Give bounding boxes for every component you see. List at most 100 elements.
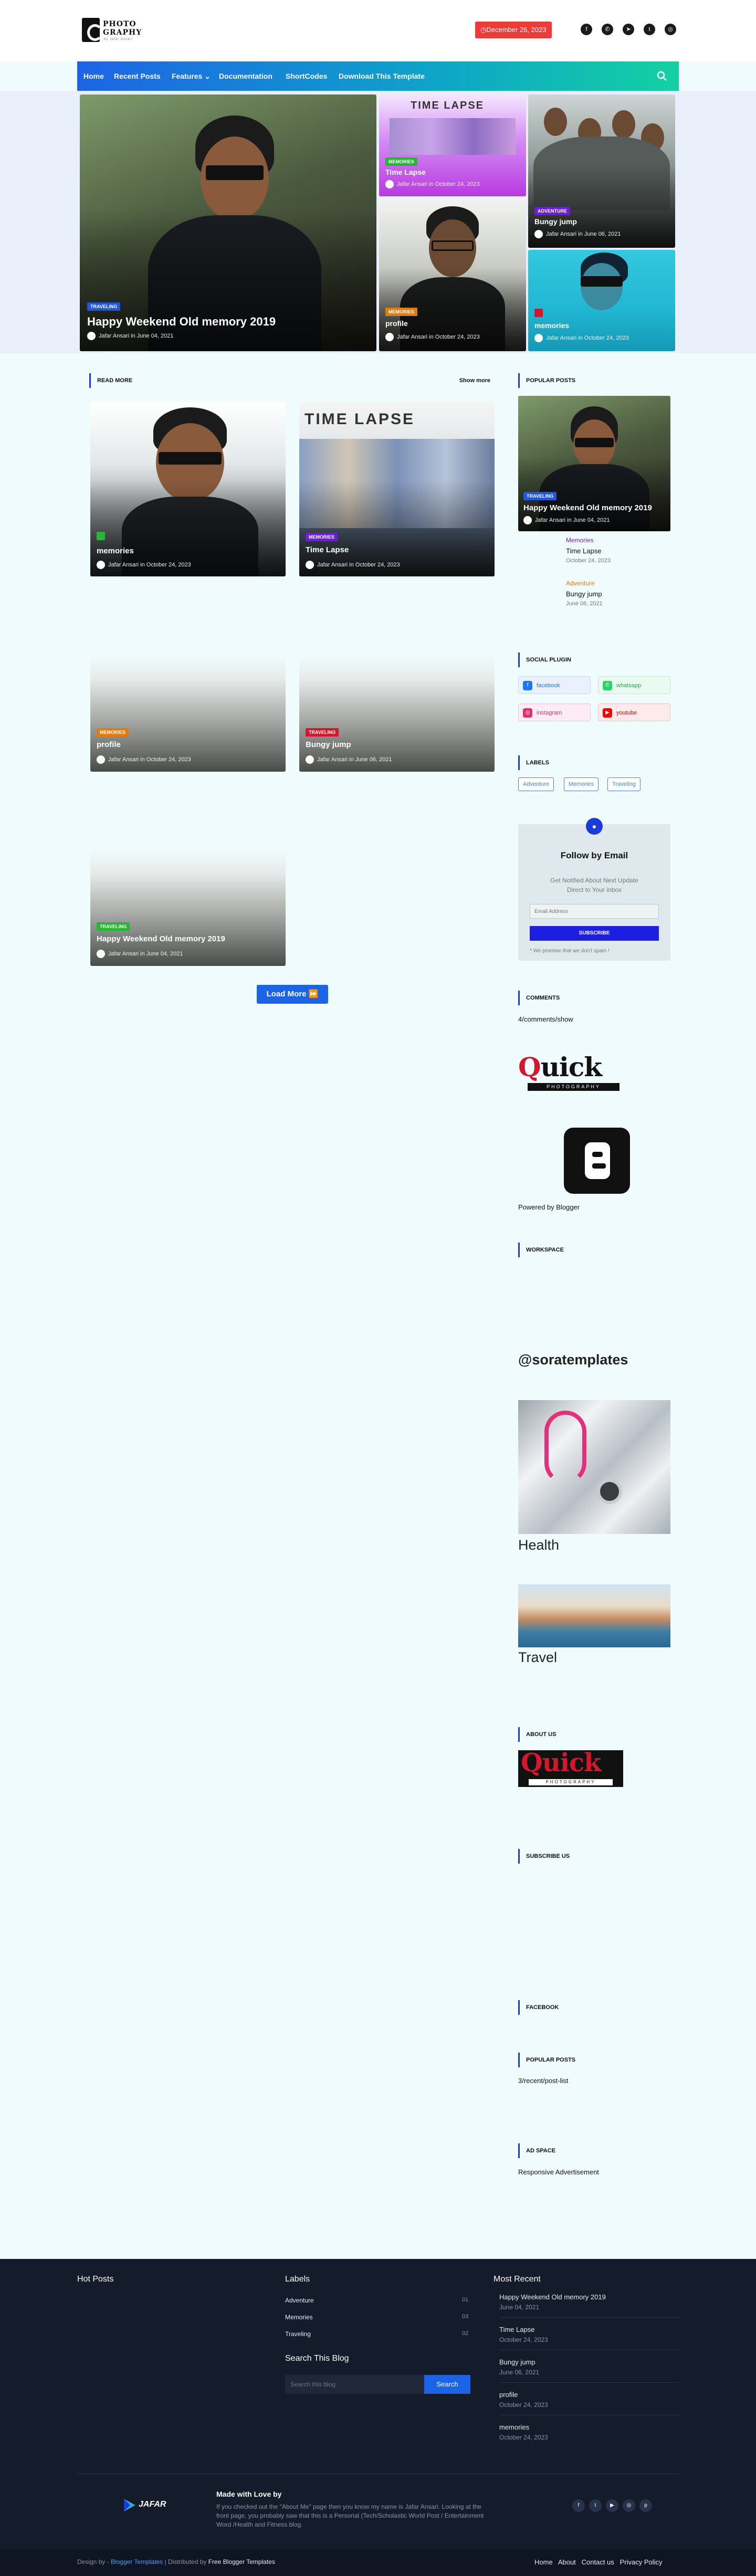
show-more-link[interactable]: Show more bbox=[459, 373, 490, 388]
hero-tl-title[interactable]: Time Lapse bbox=[385, 168, 426, 176]
distributed-link[interactable]: Free Blogger Templates bbox=[208, 2558, 275, 2566]
hero-main-tag[interactable]: TRAVELING bbox=[87, 302, 121, 311]
footer-recent-title[interactable]: Time Lapse bbox=[499, 2326, 534, 2333]
popular-item-category[interactable]: Adventure bbox=[566, 580, 595, 587]
footer-recent-title[interactable]: profile bbox=[499, 2391, 518, 2399]
post-title[interactable]: profile bbox=[97, 740, 121, 749]
popular-main-author[interactable]: Jafar Ansari bbox=[535, 517, 565, 523]
hero-memories-card[interactable]: memories Jafar Ansari in October 24, 202… bbox=[528, 250, 675, 351]
hero-profile-card[interactable]: MEMORIES profile Jafar Ansari in October… bbox=[379, 198, 526, 351]
footer-link-privacy[interactable]: Privacy Policy bbox=[620, 2558, 663, 2566]
footer-label-item[interactable]: Traveling bbox=[285, 2330, 311, 2338]
footer-label-item[interactable]: Memories bbox=[285, 2314, 313, 2321]
design-by-link[interactable]: Blogger Templates bbox=[111, 2558, 163, 2566]
facebook-icon[interactable]: f bbox=[572, 2499, 585, 2512]
label-chip-memories[interactable]: Memories bbox=[564, 777, 599, 791]
label-chip-adventure[interactable]: Adventure bbox=[518, 777, 554, 791]
twitter-icon[interactable]: t bbox=[589, 2499, 602, 2512]
twitter-icon[interactable]: t bbox=[644, 24, 655, 35]
site-logo[interactable]: PHOTO GRAPHY by Jafar Ansari bbox=[82, 17, 141, 44]
label-chip-traveling[interactable]: Traveling bbox=[607, 777, 640, 791]
post-tag[interactable]: MEMORIES bbox=[306, 533, 338, 541]
powered-by-blogger[interactable]: Powered by Blogger bbox=[518, 1203, 580, 1211]
footer-search-input[interactable] bbox=[285, 2375, 424, 2394]
post-title[interactable]: memories bbox=[97, 546, 134, 555]
post-title[interactable]: Time Lapse bbox=[306, 545, 349, 554]
popular-main-title[interactable]: Happy Weekend Old memory 2019 bbox=[523, 503, 652, 512]
post-author[interactable]: Jafar Ansari bbox=[317, 756, 348, 763]
nav-item-documentation[interactable]: Documentation bbox=[219, 61, 272, 91]
hero-main-card[interactable]: TRAVELING Happy Weekend Old memory 2019 … bbox=[80, 94, 376, 351]
post-card-happy-weekend[interactable]: TRAVELING Happy Weekend Old memory 2019 … bbox=[90, 850, 286, 966]
hero-tl-tag[interactable]: MEMORIES bbox=[385, 157, 418, 166]
post-title[interactable]: Bungy jump bbox=[306, 740, 351, 749]
post-tag[interactable]: TRAVELING bbox=[306, 728, 339, 737]
footer-label-item[interactable]: Adventure bbox=[285, 2297, 314, 2304]
hero-tl-author[interactable]: Jafar Ansari bbox=[397, 181, 427, 187]
telegram-icon[interactable]: ➤ bbox=[623, 24, 634, 35]
post-card-time-lapse[interactable]: TIME LAPSE MEMORIES Time Lapse Jafar Ans… bbox=[299, 402, 495, 576]
hero-main-author[interactable]: Jafar Ansari bbox=[99, 333, 129, 339]
hero-br-author[interactable]: Jafar Ansari bbox=[546, 335, 576, 341]
hero-bl-tag[interactable]: MEMORIES bbox=[385, 308, 418, 316]
instagram-icon[interactable]: ◎ bbox=[665, 24, 676, 35]
footer-link-about[interactable]: About bbox=[558, 2558, 576, 2566]
nav-item-download[interactable]: Download This Template bbox=[339, 61, 425, 91]
footer-link-contact[interactable]: Contact us bbox=[582, 2558, 614, 2566]
social-whatsapp[interactable]: ✆ whatsapp bbox=[598, 676, 670, 694]
post-author[interactable]: Jafar Ansari bbox=[108, 951, 139, 957]
hero-tr-author[interactable]: Jafar Ansari bbox=[546, 231, 576, 237]
pinterest-icon[interactable]: p bbox=[639, 2499, 652, 2512]
popular-item-title[interactable]: Bungy jump bbox=[566, 590, 602, 598]
social-facebook[interactable]: f facebook bbox=[518, 676, 591, 694]
post-title[interactable]: Happy Weekend Old memory 2019 bbox=[97, 934, 225, 943]
sora-templates-text[interactable]: @soratemplates bbox=[518, 1352, 628, 1368]
nav-item-shortcodes[interactable]: ShortCodes bbox=[286, 61, 327, 91]
travel-image[interactable] bbox=[518, 1584, 670, 1647]
post-author[interactable]: Jafar Ansari bbox=[317, 562, 348, 568]
hero-tr-tag[interactable]: ADVENTURE bbox=[534, 207, 571, 215]
social-instagram[interactable]: ◎ instagram bbox=[518, 703, 591, 721]
load-more-button[interactable]: Load More ⏩ bbox=[257, 985, 328, 1004]
youtube-icon[interactable]: ▶ bbox=[606, 2499, 618, 2512]
footer-recent-title[interactable]: Bungy jump bbox=[499, 2358, 536, 2366]
health-text[interactable]: Health bbox=[518, 1537, 559, 1553]
search-icon[interactable] bbox=[657, 71, 667, 81]
post-date: October 24, 2023 bbox=[355, 561, 400, 568]
instagram-icon[interactable]: ◎ bbox=[623, 2499, 635, 2512]
popular-main-tag[interactable]: TRAVELING bbox=[523, 492, 557, 500]
health-image[interactable] bbox=[518, 1400, 670, 1534]
post-author[interactable]: Jafar Ansari bbox=[108, 562, 139, 568]
subscribe-button[interactable]: SUBSCRIBE bbox=[530, 926, 659, 941]
post-card-memories[interactable]: memories Jafar Ansari in October 24, 202… bbox=[90, 402, 286, 576]
hero-time-lapse-card[interactable]: TIME LAPSE MEMORIES Time Lapse Jafar Ans… bbox=[379, 94, 526, 196]
whatsapp-icon[interactable]: ✆ bbox=[602, 24, 613, 35]
blogger-icon[interactable] bbox=[564, 1128, 630, 1194]
popular-item-title[interactable]: Time Lapse bbox=[566, 547, 601, 555]
post-author[interactable]: Jafar Ansari bbox=[108, 756, 139, 763]
footer-link-home[interactable]: Home bbox=[534, 2558, 553, 2566]
hero-main-title[interactable]: Happy Weekend Old memory 2019 bbox=[87, 315, 276, 329]
post-card-bungy[interactable]: TRAVELING Bungy jump Jafar Ansari in Jun… bbox=[299, 656, 495, 772]
nav-item-features[interactable]: Features ⌄ bbox=[172, 61, 211, 91]
nav-item-recent-posts[interactable]: Recent Posts bbox=[114, 61, 161, 91]
popular-main-card[interactable]: TRAVELING Happy Weekend Old memory 2019 … bbox=[518, 396, 670, 531]
email-input[interactable] bbox=[530, 904, 659, 919]
footer-recent-title[interactable]: Happy Weekend Old memory 2019 bbox=[499, 2293, 606, 2301]
post-tag[interactable]: TRAVELING bbox=[97, 922, 130, 931]
hero-bungy-card[interactable]: ADVENTURE Bungy jump Jafar Ansari in Jun… bbox=[528, 94, 675, 248]
post-tag[interactable]: MEMORIES bbox=[97, 728, 129, 737]
travel-text[interactable]: Travel bbox=[518, 1649, 557, 1666]
footer-search-button[interactable]: Search bbox=[424, 2375, 470, 2394]
footer-brand-logo[interactable]: JAFAR bbox=[122, 2496, 174, 2514]
hero-tr-title[interactable]: Bungy jump bbox=[534, 217, 577, 226]
popular-item-category[interactable]: Memories bbox=[566, 537, 594, 544]
post-card-profile[interactable]: MEMORIES profile Jafar Ansari in October… bbox=[90, 656, 286, 772]
footer-recent-title[interactable]: memories bbox=[499, 2423, 529, 2431]
hero-bl-author[interactable]: Jafar Ansari bbox=[397, 334, 427, 340]
facebook-icon[interactable]: f bbox=[581, 24, 592, 35]
nav-item-home[interactable]: Home bbox=[83, 61, 104, 91]
hero-br-title[interactable]: memories bbox=[534, 321, 569, 330]
hero-bl-title[interactable]: profile bbox=[385, 319, 408, 328]
social-youtube[interactable]: ▶ youtube bbox=[598, 703, 670, 721]
